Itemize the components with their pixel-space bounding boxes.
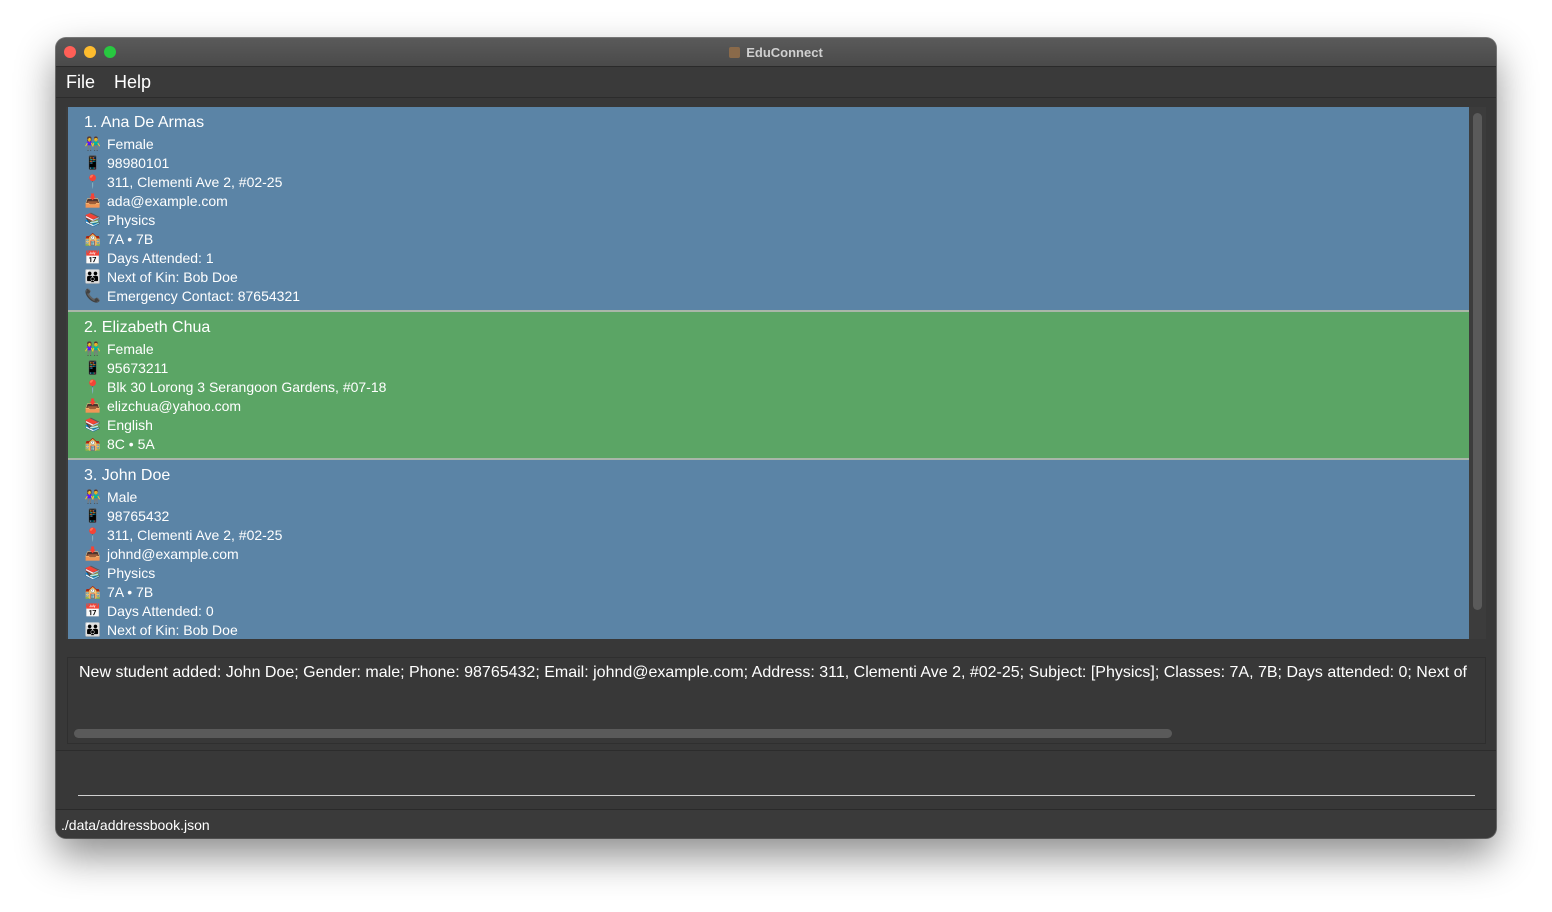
title-area: EduConnect <box>56 38 1496 66</box>
pin-icon: 📍 <box>84 527 102 542</box>
subject-value: Physics <box>107 564 156 581</box>
classes-value: 7A • 7B <box>107 583 154 600</box>
student-name: 3. John Doe <box>84 467 171 484</box>
window-title: EduConnect <box>746 44 823 60</box>
books-icon: 📚 <box>84 417 102 432</box>
mobile-phone-icon: 📱 <box>84 360 102 375</box>
student-card[interactable]: 1. Ana De Armas 👫 Female 📱 98980101 📍 31… <box>68 107 1469 312</box>
email-value: ada@example.com <box>107 192 228 209</box>
student-name: 2. Elizabeth Chua <box>84 319 211 336</box>
classes-row: 🏫 7A • 7B <box>84 582 153 601</box>
subject-value: English <box>107 416 153 433</box>
command-input[interactable] <box>78 763 1475 796</box>
email-tray-icon: 📥 <box>84 193 102 208</box>
menu-file[interactable]: File <box>57 72 104 93</box>
address-value: Blk 30 Lorong 3 Serangoon Gardens, #07-1… <box>107 378 387 395</box>
email-value: johnd@example.com <box>107 545 239 562</box>
address-row: 📍 311, Clementi Ave 2, #02-25 <box>84 172 282 191</box>
calendar-icon: 📅 <box>84 603 102 618</box>
days-value: Days Attended: 0 <box>107 602 214 619</box>
phone-value: 98980101 <box>107 154 170 171</box>
app-window: EduConnect File Help 1. Ana De Armas 👫 F… <box>56 38 1496 838</box>
classes-row: 🏫 7A • 7B <box>84 229 153 248</box>
email-tray-icon: 📥 <box>84 398 102 413</box>
email-row: 📥 johnd@example.com <box>84 544 239 563</box>
address-value: 311, Clementi Ave 2, #02-25 <box>107 526 283 543</box>
kin-row: 👪 Next of Kin: Bob Doe <box>84 267 238 286</box>
result-display: New student added: John Doe; Gender: mal… <box>67 657 1486 744</box>
result-message: New student added: John Doe; Gender: mal… <box>79 664 1467 681</box>
gender-value: Female <box>107 135 154 152</box>
family-icon: 👪 <box>84 269 102 284</box>
gender-row: 👫 Female <box>84 134 154 153</box>
phone-value: 95673211 <box>107 359 169 376</box>
phone-row: 📱 98765432 <box>84 506 169 525</box>
people-icon: 👫 <box>84 341 102 356</box>
gender-value: Male <box>107 488 138 505</box>
gender-row: 👫 Male <box>84 487 137 506</box>
title-bar: EduConnect <box>56 38 1496 67</box>
student-list[interactable]: 1. Ana De Armas 👫 Female 📱 98980101 📍 31… <box>66 107 1486 639</box>
school-icon: 🏫 <box>84 231 102 246</box>
school-icon: 🏫 <box>84 584 102 599</box>
student-card[interactable]: 2. Elizabeth Chua 👫 Female 📱 95673211 📍 … <box>68 312 1469 460</box>
books-icon: 📚 <box>84 565 102 580</box>
emergency-value: Emergency Contact: 87654321 <box>107 287 301 304</box>
kin-value: Next of Kin: Bob Doe <box>107 268 238 285</box>
student-card[interactable]: 3. John Doe 👫 Male 📱 98765432 📍 311, Cle… <box>68 460 1469 639</box>
subject-row: 📚 Physics <box>84 563 155 582</box>
telephone-icon: 📞 <box>84 288 102 303</box>
result-horizontal-scrollbar[interactable] <box>74 729 1172 738</box>
address-row: 📍 Blk 30 Lorong 3 Serangoon Gardens, #07… <box>84 377 387 396</box>
student-name: 1. Ana De Armas <box>84 114 205 131</box>
email-tray-icon: 📥 <box>84 546 102 561</box>
people-icon: 👫 <box>84 136 102 151</box>
email-row: 📥 ada@example.com <box>84 191 228 210</box>
address-row: 📍 311, Clementi Ave 2, #02-25 <box>84 525 282 544</box>
kin-value: Next of Kin: Bob Doe <box>107 621 238 638</box>
menu-help[interactable]: Help <box>105 72 160 93</box>
email-value: elizchua@yahoo.com <box>107 397 242 414</box>
school-icon: 🏫 <box>84 436 102 451</box>
phone-value: 98765432 <box>107 507 170 524</box>
family-icon: 👪 <box>84 622 102 637</box>
kin-row: 👪 Next of Kin: Bob Doe <box>84 620 238 639</box>
status-bar: ./data/addressbook.json <box>56 809 1496 838</box>
days-row: 📅 Days Attended: 1 <box>84 248 214 267</box>
command-box <box>56 750 1496 809</box>
emergency-row: 📞 Emergency Contact: 87654321 <box>84 286 300 305</box>
classes-row: 🏫 8C • 5A <box>84 434 155 453</box>
people-icon: 👫 <box>84 489 102 504</box>
gender-row: 👫 Female <box>84 339 154 358</box>
days-row: 📅 Days Attended: 0 <box>84 601 214 620</box>
phone-row: 📱 98980101 <box>84 153 169 172</box>
phone-row: 📱 95673211 <box>84 358 168 377</box>
days-value: Days Attended: 1 <box>107 249 214 266</box>
gender-value: Female <box>107 340 154 357</box>
books-icon: 📚 <box>84 212 102 227</box>
pin-icon: 📍 <box>84 174 102 189</box>
email-row: 📥 elizchua@yahoo.com <box>84 396 241 415</box>
address-value: 311, Clementi Ave 2, #02-25 <box>107 173 283 190</box>
mobile-phone-icon: 📱 <box>84 508 102 523</box>
mobile-phone-icon: 📱 <box>84 155 102 170</box>
list-vertical-scrollbar[interactable] <box>1473 113 1482 610</box>
classes-value: 8C • 5A <box>107 435 155 452</box>
menu-bar: File Help <box>56 67 1496 98</box>
subject-row: 📚 English <box>84 415 153 434</box>
calendar-icon: 📅 <box>84 250 102 265</box>
classes-value: 7A • 7B <box>107 230 154 247</box>
save-file-path: ./data/addressbook.json <box>61 817 210 833</box>
pin-icon: 📍 <box>84 379 102 394</box>
subject-row: 📚 Physics <box>84 210 155 229</box>
subject-value: Physics <box>107 211 156 228</box>
app-icon <box>729 46 741 58</box>
